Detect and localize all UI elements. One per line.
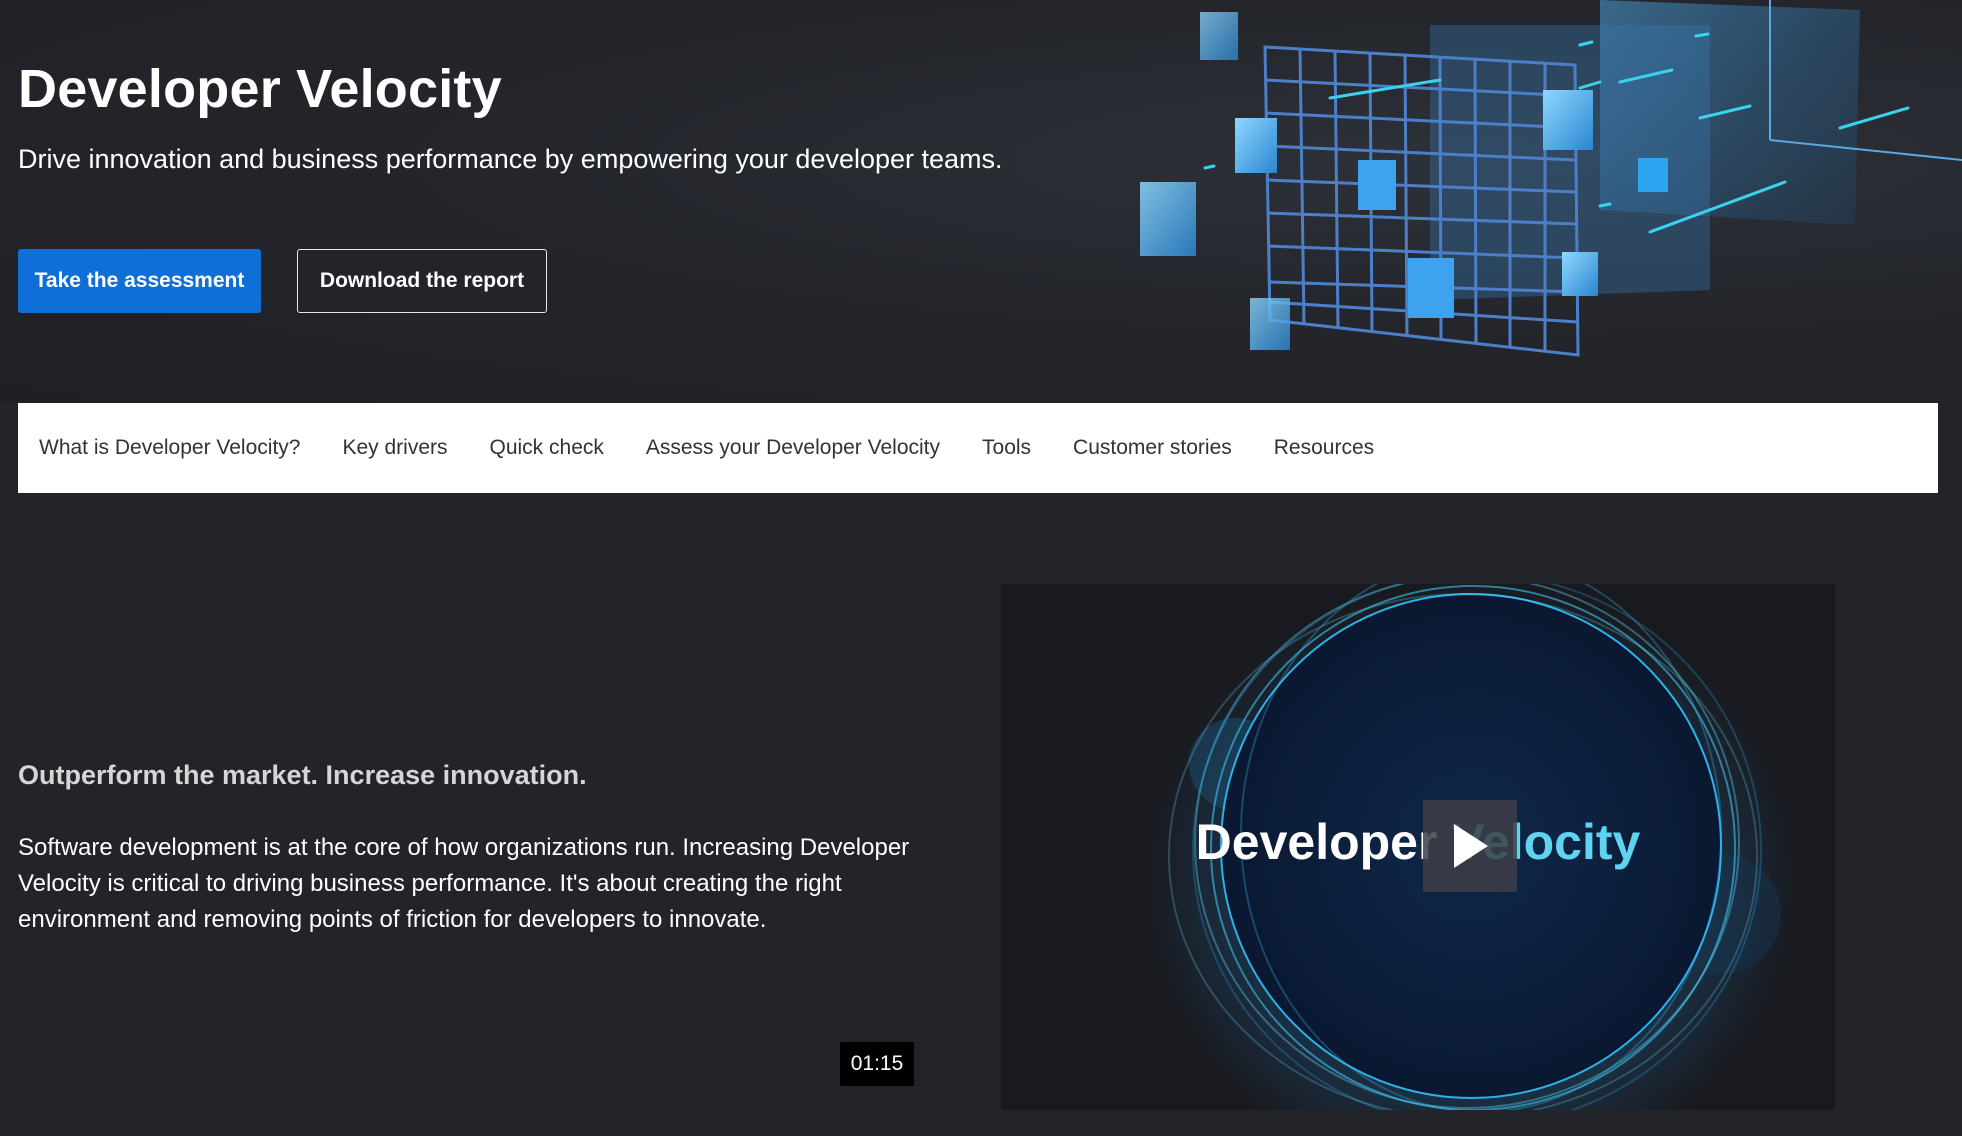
nav-item-resources[interactable]: Resources (1274, 436, 1374, 460)
nav-item-assess-developer-velocity[interactable]: Assess your Developer Velocity (646, 436, 940, 460)
section-navigation: What is Developer Velocity? Key drivers … (18, 403, 1938, 493)
nav-item-customer-stories[interactable]: Customer stories (1073, 436, 1232, 460)
hero-banner: Developer Velocity Drive innovation and … (0, 0, 1962, 402)
section-heading: Outperform the market. Increase innovati… (18, 760, 587, 790)
nav-item-tools[interactable]: Tools (982, 436, 1031, 460)
nav-item-what-is-developer-velocity[interactable]: What is Developer Velocity? (39, 436, 300, 460)
play-icon (1454, 824, 1488, 868)
take-assessment-button[interactable]: Take the assessment (18, 249, 261, 313)
video-player[interactable]: Developer Velocity (1001, 584, 1835, 1110)
nav-item-key-drivers[interactable]: Key drivers (342, 436, 447, 460)
section-body: Software development is at the core of h… (18, 834, 910, 933)
video-title-word-1: Developer (1195, 814, 1438, 870)
download-report-button[interactable]: Download the report (297, 249, 547, 313)
video-title-overlay: Developer Velocity (1001, 813, 1835, 871)
page-title: Developer Velocity (18, 59, 502, 119)
video-duration-badge: 01:15 (840, 1042, 914, 1086)
hero-subtitle: Drive innovation and business performanc… (18, 144, 1003, 174)
hero-grid-illustration (1140, 0, 1962, 357)
nav-item-quick-check[interactable]: Quick check (490, 436, 604, 460)
play-button[interactable] (1423, 800, 1517, 892)
